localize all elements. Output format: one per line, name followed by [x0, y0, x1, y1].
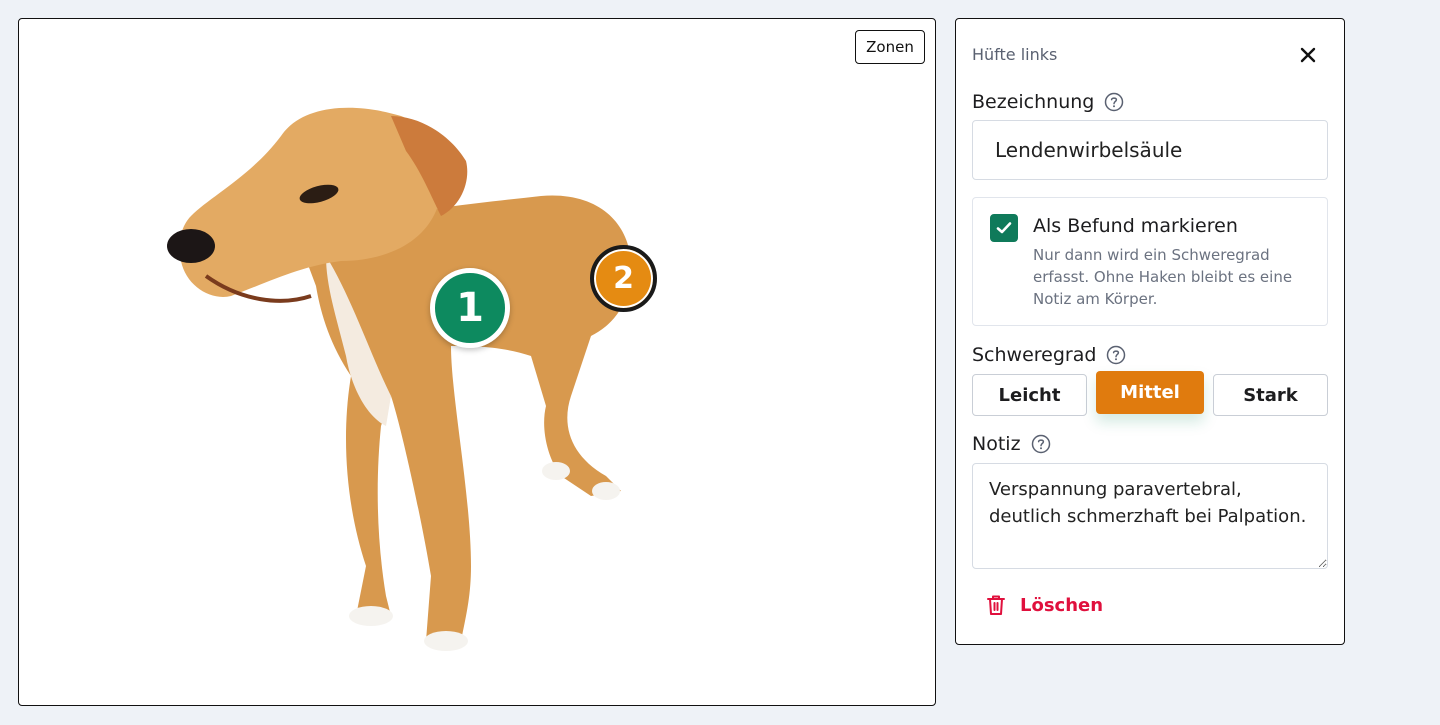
- finding-description: Nur dann wird ein Schweregrad erfasst. O…: [1033, 246, 1293, 308]
- trash-icon: [987, 595, 1005, 615]
- zone-marker-2[interactable]: 2: [590, 245, 657, 312]
- panel-title: Hüfte links: [972, 45, 1058, 64]
- delete-button[interactable]: Löschen: [986, 594, 1103, 616]
- severity-medium-button[interactable]: Mittel: [1096, 371, 1204, 414]
- severity-strong-button[interactable]: Stark: [1213, 374, 1328, 416]
- check-icon: [996, 222, 1012, 234]
- finding-checkbox[interactable]: [990, 214, 1018, 242]
- finding-option: Als Befund markieren Nur dann wird ein S…: [972, 197, 1328, 326]
- zone-detail-panel: Hüfte links Bezeichnung Als Befund marki…: [955, 18, 1345, 645]
- name-label: Bezeichnung: [972, 91, 1095, 113]
- note-label-row: Notiz: [972, 433, 1051, 455]
- note-label: Notiz: [972, 433, 1021, 455]
- severity-label-row: Schweregrad: [972, 344, 1126, 366]
- delete-label: Löschen: [1020, 594, 1104, 616]
- name-input[interactable]: [972, 120, 1328, 180]
- close-icon: [1300, 47, 1316, 63]
- close-button[interactable]: [1296, 43, 1320, 67]
- finding-label: Als Befund markieren: [1033, 215, 1238, 237]
- zones-button[interactable]: Zonen: [855, 30, 925, 64]
- severity-label: Schweregrad: [972, 344, 1097, 366]
- help-icon[interactable]: [1106, 345, 1126, 365]
- help-icon[interactable]: [1031, 434, 1051, 454]
- severity-light-button[interactable]: Leicht: [972, 374, 1087, 416]
- note-textarea[interactable]: Verspannung paravertebral, deutlich schm…: [972, 463, 1328, 569]
- dog-3d-model[interactable]: [151, 96, 671, 676]
- name-label-row: Bezeichnung: [972, 91, 1124, 113]
- zone-marker-1[interactable]: 1: [430, 268, 510, 348]
- help-icon[interactable]: [1104, 92, 1124, 112]
- model-viewer[interactable]: Zonen: [18, 18, 936, 706]
